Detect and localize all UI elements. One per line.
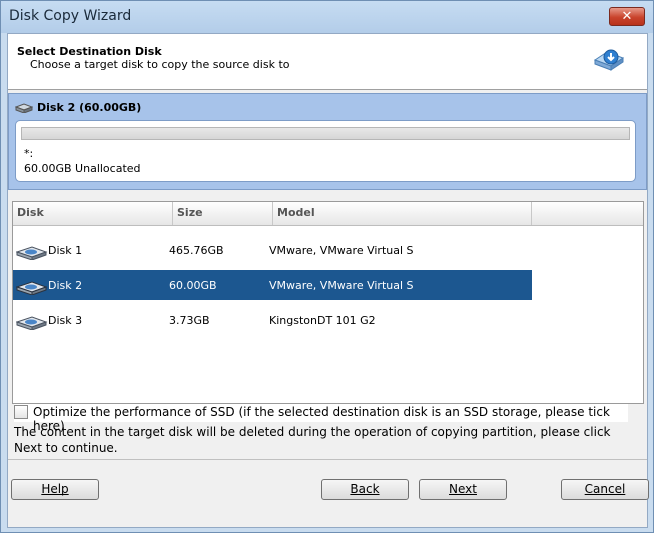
- disk-model: KingstonDT 101 G2: [269, 314, 376, 327]
- ssd-checkbox[interactable]: [14, 405, 28, 419]
- disk-name: Disk 1: [48, 244, 83, 257]
- column-header-disk[interactable]: Disk: [13, 202, 173, 225]
- disk-map: *: 60.00GB Unallocated: [15, 120, 636, 182]
- wizard-client: Select Destination Disk Choose a target …: [7, 33, 649, 528]
- disk-model: VMware, VMware Virtual S: [269, 244, 414, 257]
- column-header-model[interactable]: Model: [273, 202, 532, 225]
- warning-note: The content in the target disk will be d…: [14, 425, 611, 455]
- disk-name: Disk 3: [48, 314, 83, 327]
- column-header-size[interactable]: Size: [173, 202, 273, 225]
- disk-row[interactable]: Disk 3 3.73GB KingstonDT 101 G2: [13, 305, 532, 335]
- hard-disk-icon: [16, 281, 48, 295]
- partition-label: *:: [24, 147, 34, 160]
- hard-disk-icon: [16, 316, 48, 330]
- window-title: Disk Copy Wizard: [9, 8, 132, 24]
- disk-size: 3.73GB: [169, 314, 210, 327]
- back-button[interactable]: Back: [321, 479, 409, 500]
- next-button[interactable]: Next: [419, 479, 507, 500]
- page-subtitle: Choose a target disk to copy the source …: [30, 58, 290, 71]
- disk-list: Disk Size Model Disk 1 465.76GB VMware, …: [12, 201, 644, 404]
- title-bar[interactable]: Disk Copy Wizard ✕: [1, 1, 653, 33]
- partition-info: 60.00GB Unallocated: [24, 162, 141, 175]
- disk-download-icon: [593, 49, 625, 71]
- selected-disk-panel: Disk 2 (60.00GB) *: 60.00GB Unallocated: [8, 93, 647, 190]
- close-icon: ✕: [621, 9, 633, 24]
- list-header: Disk Size Model: [13, 202, 643, 226]
- disk-row[interactable]: Disk 1 465.76GB VMware, VMware Virtual S: [13, 235, 532, 265]
- hard-disk-icon: [15, 103, 33, 113]
- cancel-button[interactable]: Cancel: [561, 479, 649, 500]
- disk-model: VMware, VMware Virtual S: [269, 279, 414, 292]
- ssd-option[interactable]: Optimize the performance of SSD (if the …: [14, 404, 628, 433]
- selected-disk-title: Disk 2 (60.00GB): [37, 101, 142, 114]
- disk-name: Disk 2: [48, 279, 83, 292]
- close-button[interactable]: ✕: [609, 7, 645, 26]
- disk-size: 465.76GB: [169, 244, 224, 257]
- disk-copy-wizard-window: Disk Copy Wizard ✕ Select Destination Di…: [0, 0, 654, 533]
- page-title: Select Destination Disk: [17, 45, 162, 58]
- wizard-header: Select Destination Disk Choose a target …: [8, 34, 647, 90]
- disk-row-selected[interactable]: Disk 2 60.00GB VMware, VMware Virtual S: [13, 270, 532, 300]
- divider: [8, 459, 647, 460]
- help-button[interactable]: Help: [11, 479, 99, 500]
- hard-disk-icon: [16, 246, 48, 260]
- partition-bar[interactable]: [21, 127, 630, 140]
- disk-size: 60.00GB: [169, 279, 217, 292]
